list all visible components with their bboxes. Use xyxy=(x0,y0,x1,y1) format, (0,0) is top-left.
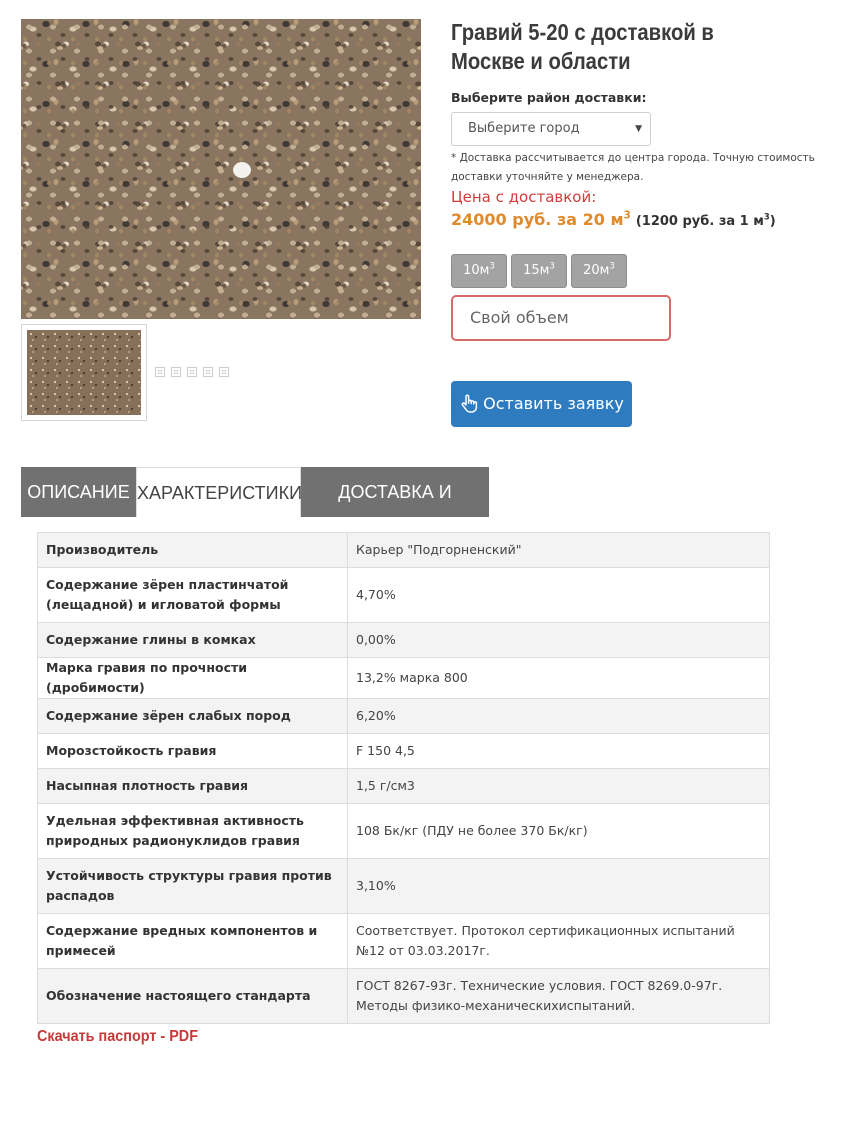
thumbnail-placeholder[interactable] xyxy=(171,367,181,377)
district-label: Выберите район доставки: xyxy=(451,90,647,105)
download-passport-link[interactable]: Скачать паспорт - PDF xyxy=(37,1028,198,1046)
spec-value: Карьер "Подгорненский" xyxy=(347,532,770,568)
table-row: Обозначение настоящего стандарта ГОСТ 826… xyxy=(37,968,770,1024)
order-button[interactable]: Оставить заявку xyxy=(451,381,632,427)
table-row: Содержание вредных компонентов и примесе… xyxy=(37,913,770,969)
city-select[interactable]: Выберите город ▼ xyxy=(451,112,651,146)
volume-button-10[interactable]: 10м3 xyxy=(451,254,507,288)
tab-characteristics[interactable]: ХАРАКТЕРИСТИКИ xyxy=(136,467,302,517)
thumbnail-placeholder[interactable] xyxy=(219,367,229,377)
thumbnail-placeholder[interactable] xyxy=(155,367,165,377)
tab-description[interactable]: ОПИСАНИЕ xyxy=(21,467,136,517)
spec-name: Содержание вредных компонентов и примесе… xyxy=(37,913,348,969)
thumbnail-placeholder[interactable] xyxy=(203,367,213,377)
volume-button-15[interactable]: 15м3 xyxy=(511,254,567,288)
volume-button-sup: 3 xyxy=(549,260,555,271)
spec-name: Устойчивость структуры гравия против рас… xyxy=(37,858,348,914)
custom-volume-placeholder: Свой объем xyxy=(470,308,569,327)
table-row: Удельная эффективная активность природны… xyxy=(37,803,770,859)
table-row: Содержание глины в комках 0,00% xyxy=(37,622,770,658)
spec-value: 1,5 г/см3 xyxy=(347,768,770,804)
price-per-unit-close: ) xyxy=(769,214,776,229)
product-thumbnail-image xyxy=(27,330,141,415)
pointer-hand-icon xyxy=(459,394,479,414)
tab-delivery-payment[interactable]: ДОСТАВКА И ОПЛАТА xyxy=(301,467,489,552)
thumbnail-placeholders xyxy=(155,367,229,377)
price-total-sup: 3 xyxy=(623,209,631,222)
gravel-stone-highlight xyxy=(233,162,251,178)
spec-value: F 150 4,5 xyxy=(347,733,770,769)
spec-name: Обозначение настоящего стандарта xyxy=(37,968,348,1024)
spec-name: Содержание глины в комках xyxy=(37,622,348,658)
order-button-label: Оставить заявку xyxy=(483,394,624,413)
table-row: Устойчивость структуры гравия против рас… xyxy=(37,858,770,914)
volume-button-20[interactable]: 20м3 xyxy=(571,254,627,288)
spec-value: 108 Бк/кг (ПДУ не более 370 Бк/кг) xyxy=(347,803,770,859)
product-thumbnail[interactable] xyxy=(21,324,147,421)
volume-button-sup: 3 xyxy=(609,260,615,271)
spec-name: Содержание зёрен пластинчатой (лещадной)… xyxy=(37,567,348,623)
spec-name: Насыпная плотность гравия xyxy=(37,768,348,804)
spec-value: 6,20% xyxy=(347,698,770,734)
spec-value: 0,00% xyxy=(347,622,770,658)
volume-button-label: 10м xyxy=(463,263,490,278)
spec-value: 4,70% xyxy=(347,567,770,623)
spec-name: Морозстойкость гравия xyxy=(37,733,348,769)
specs-table: Производитель Карьер "Подгорненский" Соде… xyxy=(37,532,770,1024)
caret-down-icon: ▼ xyxy=(635,124,642,134)
price-total: 24000 руб. за 20 м xyxy=(451,210,624,229)
volume-button-label: 20м xyxy=(583,263,610,278)
city-select-value: Выберите город xyxy=(468,121,580,136)
spec-value: 3,10% xyxy=(347,858,770,914)
price-per-unit: (1200 руб. за 1 м xyxy=(635,214,764,229)
table-row: Содержание зёрен пластинчатой (лещадной)… xyxy=(37,567,770,623)
volume-button-sup: 3 xyxy=(489,260,495,271)
volume-button-label: 15м xyxy=(523,263,550,278)
table-row: Марка гравия по прочности (дробимости) 13… xyxy=(37,657,770,699)
table-row: Производитель Карьер "Подгорненский" xyxy=(37,532,770,568)
spec-name: Марка гравия по прочности (дробимости) xyxy=(37,657,348,699)
delivery-note: * Доставка рассчитывается до центра горо… xyxy=(451,152,815,183)
spec-name: Содержание зёрен слабых пород xyxy=(37,698,348,734)
product-main-image[interactable] xyxy=(21,19,421,319)
custom-volume-input[interactable]: Свой объем xyxy=(451,295,671,341)
table-row: Морозстойкость гравия F 150 4,5 xyxy=(37,733,770,769)
spec-value: ГОСТ 8267-93г. Технические условия. ГОСТ… xyxy=(347,968,770,1024)
spec-value: Соответствует. Протокол сертификационных… xyxy=(347,913,770,969)
spec-value: 13,2% марка 800 xyxy=(347,657,770,699)
spec-name: Удельная эффективная активность природны… xyxy=(37,803,348,859)
price-label: Цена с доставкой: xyxy=(451,188,597,206)
table-row: Насыпная плотность гравия 1,5 г/см3 xyxy=(37,768,770,804)
product-title: Гравий 5-20 с доставкой в Москве и облас… xyxy=(451,19,714,74)
thumbnail-placeholder[interactable] xyxy=(187,367,197,377)
product-tabs: ОПИСАНИЕ ХАРАКТЕРИСТИКИ ДОСТАВКА И ОПЛАТ… xyxy=(21,467,489,552)
spec-name: Производитель xyxy=(37,532,348,568)
price-value: 24000 руб. за 20 м3 (1200 руб. за 1 м3) xyxy=(451,210,776,229)
volume-buttons: 10м3 15м3 20м3 xyxy=(451,254,627,288)
table-row: Содержание зёрен слабых пород 6,20% xyxy=(37,698,770,734)
